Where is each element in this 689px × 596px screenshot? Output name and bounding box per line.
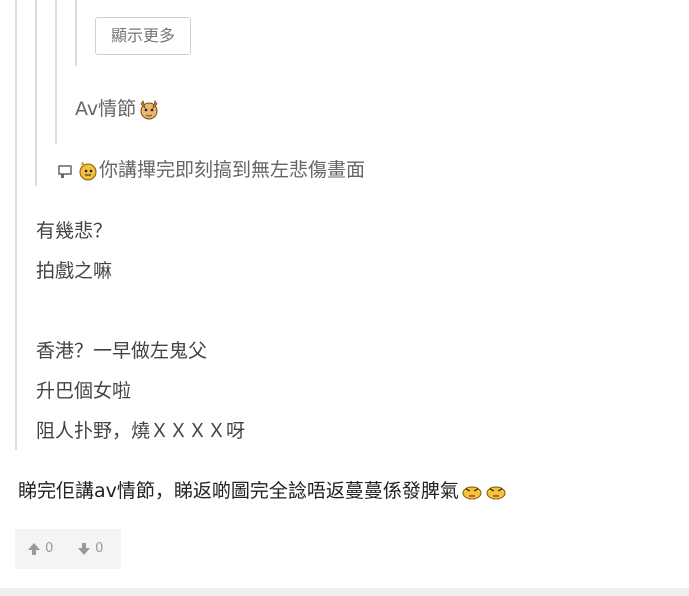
quote-level1-line-4: 香港？一早做左鬼父 [36, 340, 208, 362]
vote-box: 0 0 [15, 529, 121, 569]
quote-bar-level1 [15, 0, 17, 450]
quote-level1-line-6: 阻人扑野，燒ＸＸＸＸ呀 [36, 420, 246, 442]
upvote-count: 0 [45, 541, 54, 556]
quote-bar-level4 [75, 0, 77, 66]
thumbs-down-icon [78, 542, 90, 555]
thumbs-up-icon [28, 542, 40, 555]
quote-bar-level3 [55, 0, 57, 144]
upvote-button[interactable]: 0 [27, 529, 53, 569]
quote-level1-line-5: 升巴個女啦 [36, 380, 132, 402]
angry-emoji-icon [486, 486, 506, 499]
tiger-emoji-icon [79, 160, 97, 180]
quote-level2-label: 你講𢳂完即刻搞到無左悲傷畫面 [99, 159, 366, 181]
downvote-button[interactable]: 0 [77, 529, 103, 569]
quote-level3-text: Av情節 [75, 94, 160, 121]
bottom-divider [0, 588, 689, 596]
thread-icon [58, 164, 72, 178]
quote-level2-text: 你講𢳂完即刻搞到無左悲傷畫面 [57, 155, 365, 182]
reply-label: 睇完佢講av情節，睇返啲圖完全諗唔返蔓蔓係發脾氣 [18, 480, 459, 502]
reply-text: 睇完佢講av情節，睇返啲圖完全諗唔返蔓蔓係發脾氣 [18, 476, 507, 503]
show-more-button[interactable]: 顯示更多 [95, 17, 191, 55]
quote-level3-label: Av情節 [75, 98, 137, 120]
downvote-count: 0 [95, 541, 104, 556]
quote-level1-line-2: 拍戲之嘛 [36, 260, 113, 282]
quote-bar-level2 [35, 0, 37, 186]
dog-emoji-icon [140, 99, 158, 119]
angry-emoji-icon [462, 486, 482, 499]
quote-level1-line-1: 有幾悲？ [36, 220, 113, 242]
